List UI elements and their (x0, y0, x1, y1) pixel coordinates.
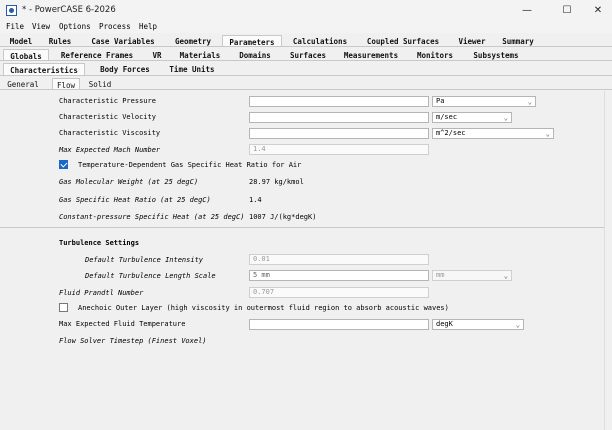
char-pressure-unit-select[interactable]: Pa ⌄ (432, 96, 536, 107)
temp-dependent-checkbox[interactable] (59, 160, 68, 169)
char-viscosity-label: Characteristic Viscosity (59, 129, 161, 137)
chevron-down-icon: ⌄ (527, 98, 532, 106)
tab-solid[interactable]: Solid (84, 78, 116, 89)
turb-length-unit-value: mm (436, 271, 445, 279)
max-temp-unit-select[interactable]: degK ⌄ (432, 319, 524, 330)
vertical-scrollbar[interactable] (604, 91, 612, 430)
maximize-button[interactable]: ☐ (550, 0, 584, 21)
char-velocity-unit-value: m/sec (436, 113, 458, 121)
menu-view[interactable]: View (32, 22, 50, 31)
chevron-down-icon: ⌄ (515, 321, 520, 329)
tab-monitors[interactable]: Monitors (409, 49, 461, 60)
tab-globals[interactable]: Globals (3, 49, 49, 61)
tab-rules[interactable]: Rules (41, 35, 79, 46)
const-pressure-heat-value: 1007 J/(kg*degK) (249, 213, 317, 221)
turb-length-scale-input[interactable]: 5 mm (249, 270, 429, 281)
menu-file[interactable]: File (6, 22, 24, 31)
max-temp-input[interactable] (249, 319, 429, 330)
tab-geometry[interactable]: Geometry (166, 35, 220, 46)
section-divider (0, 227, 604, 228)
app-icon (6, 5, 17, 16)
char-velocity-label: Characteristic Velocity (59, 113, 156, 121)
max-mach-label: Max Expected Mach Number (59, 146, 161, 154)
max-mach-input[interactable]: 1.4 (249, 144, 429, 155)
const-pressure-heat-label: Constant-pressure Specific Heat (at 25 d… (59, 213, 245, 221)
gas-mol-weight-label: Gas Molecular Weight (at 25 degC) (59, 178, 199, 186)
tab-characteristics[interactable]: Characteristics (3, 63, 85, 75)
max-temp-label: Max Expected Fluid Temperature (59, 320, 186, 328)
window-title: * - PowerCASE 6-2026 (22, 5, 116, 15)
prandtl-input[interactable]: 0.707 (249, 287, 429, 298)
char-viscosity-input[interactable] (249, 128, 429, 139)
char-pressure-input[interactable] (249, 96, 429, 107)
tab-flow[interactable]: Flow (52, 78, 80, 90)
tab-general[interactable]: General (3, 78, 43, 89)
tab-viewer[interactable]: Viewer (452, 35, 492, 46)
parameters-tab-bar: Globals Reference Frames VR Materials Do… (0, 49, 612, 61)
temp-dependent-label: Temperature-Dependent Gas Specific Heat … (78, 161, 302, 169)
minimize-button[interactable]: — (510, 0, 544, 21)
chevron-down-icon: ⌄ (503, 114, 508, 122)
turb-intensity-label: Default Turbulence Intensity (85, 256, 204, 264)
tab-surfaces[interactable]: Surfaces (283, 49, 333, 60)
menu-bar: File View Options Process Help (0, 21, 612, 33)
anechoic-label: Anechoic Outer Layer (high viscosity in … (78, 304, 449, 312)
chevron-down-icon: ⌄ (545, 130, 550, 138)
tab-time-units[interactable]: Time Units (163, 63, 221, 75)
turb-intensity-input[interactable]: 0.01 (249, 254, 429, 265)
gas-mol-weight-value: 28.97 kg/kmol (249, 178, 304, 186)
main-tab-bar: Model Rules Case Variables Geometry Para… (0, 35, 612, 47)
char-pressure-unit-value: Pa (436, 97, 445, 105)
tab-measurements[interactable]: Measurements (337, 49, 405, 60)
gas-heat-ratio-label: Gas Specific Heat Ratio (at 25 degC) (59, 196, 211, 204)
tab-calculations[interactable]: Calculations (284, 35, 356, 46)
tab-summary[interactable]: Summary (494, 35, 542, 46)
tab-coupled-surfaces[interactable]: Coupled Surfaces (358, 35, 448, 46)
flow-panel: Characteristic Pressure Pa ⌄ Characteris… (0, 91, 604, 430)
max-temp-unit-value: degK (436, 320, 453, 328)
tab-parameters[interactable]: Parameters (222, 35, 282, 47)
anechoic-checkbox[interactable] (59, 303, 68, 312)
gas-heat-ratio-value: 1.4 (249, 196, 262, 204)
char-viscosity-unit-select[interactable]: m^2/sec ⌄ (432, 128, 554, 139)
characteristics-tab-bar: General Flow Solid (0, 78, 612, 90)
menu-process[interactable]: Process (99, 22, 131, 31)
tab-subsystems[interactable]: Subsystems (465, 49, 527, 60)
globals-tab-bar: Characteristics Body Forces Time Units (0, 63, 612, 76)
tab-domains[interactable]: Domains (231, 49, 279, 60)
tab-case-variables[interactable]: Case Variables (83, 35, 163, 46)
turb-length-scale-label: Default Turbulence Length Scale (85, 272, 216, 280)
menu-help[interactable]: Help (139, 22, 157, 31)
close-button[interactable]: ✕ (581, 0, 612, 21)
tab-materials[interactable]: Materials (173, 49, 227, 60)
title-bar: * - PowerCASE 6-2026 — ☐ ✕ (0, 0, 612, 21)
prandtl-label: Fluid Prandtl Number (59, 289, 144, 297)
tab-vr[interactable]: VR (145, 49, 169, 60)
tab-model[interactable]: Model (3, 35, 39, 46)
turbulence-heading: Turbulence Settings (59, 239, 140, 247)
chevron-down-icon: ⌄ (503, 272, 508, 280)
tab-body-forces[interactable]: Body Forces (89, 63, 161, 75)
char-velocity-input[interactable] (249, 112, 429, 123)
char-viscosity-unit-value: m^2/sec (436, 129, 466, 137)
timestep-label: Flow Solver Timestep (Finest Voxel) (59, 337, 207, 345)
menu-options[interactable]: Options (59, 22, 91, 31)
char-pressure-label: Characteristic Pressure (59, 97, 156, 105)
turb-length-unit-select[interactable]: mm ⌄ (432, 270, 512, 281)
char-velocity-unit-select[interactable]: m/sec ⌄ (432, 112, 512, 123)
tab-reference-frames[interactable]: Reference Frames (53, 49, 141, 60)
